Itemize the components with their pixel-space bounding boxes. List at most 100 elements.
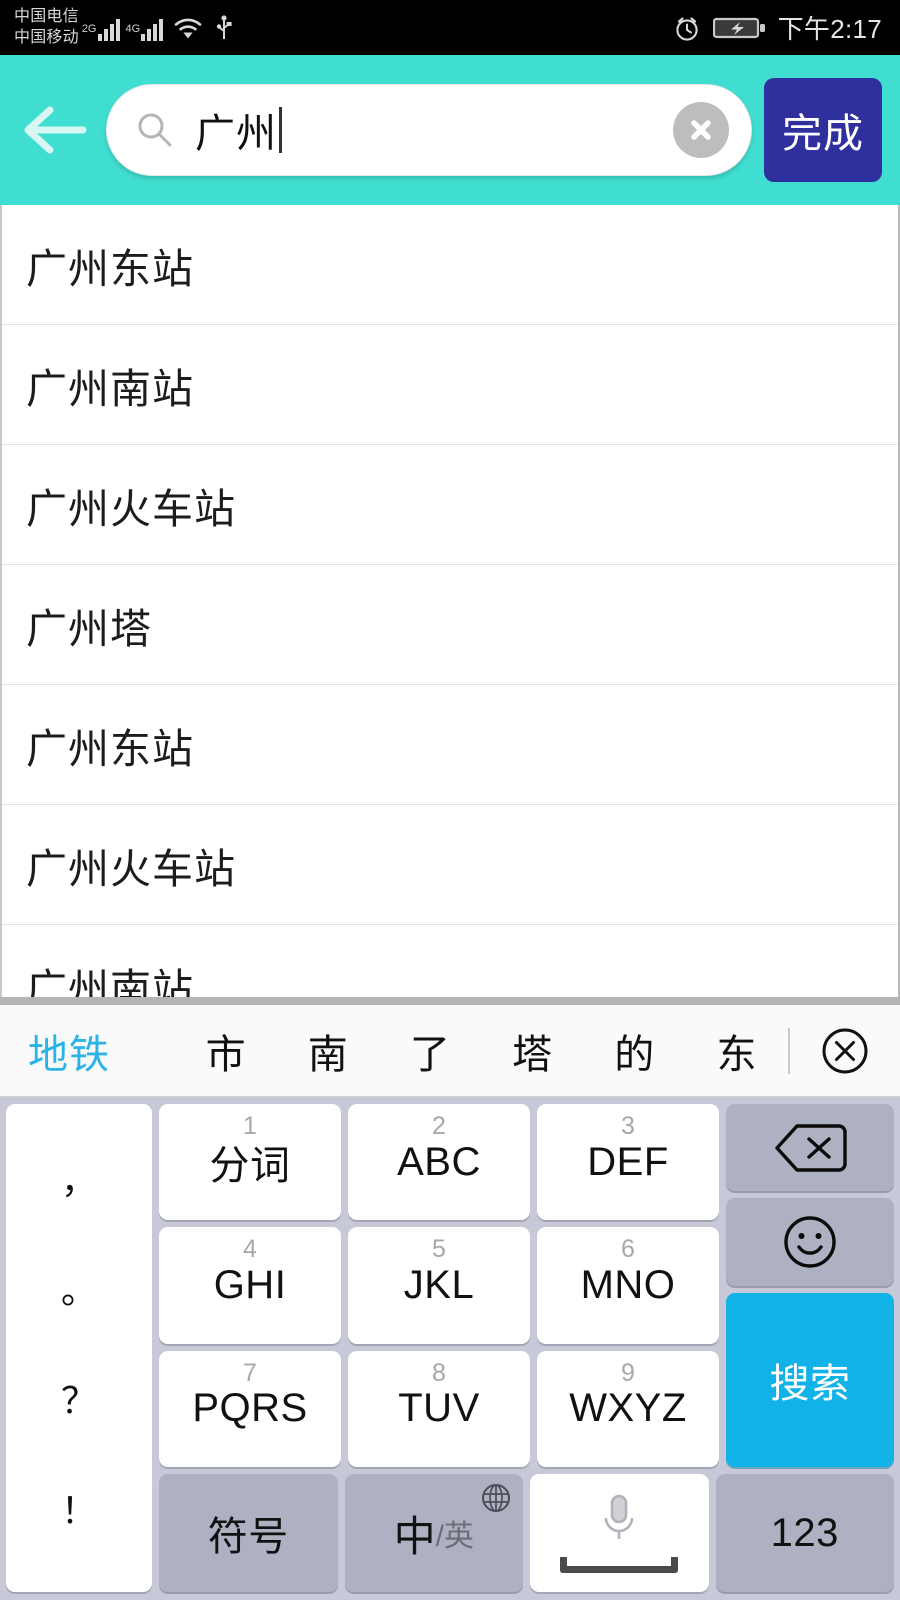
punctuation-symbol: ？ <box>60 1380 97 1421</box>
candidate-item[interactable]: 市 <box>175 1022 277 1080</box>
suggestion-label: 广州南站 <box>26 965 194 1001</box>
list-item[interactable]: 广州火车站 <box>2 445 898 565</box>
search-input-value: 广州 <box>195 112 277 156</box>
candidate-item[interactable]: 的 <box>584 1022 686 1080</box>
search-icon <box>135 110 175 150</box>
key-3[interactable]: 3 DEF <box>537 1104 719 1221</box>
spacebar-indicator <box>560 1557 679 1573</box>
language-en-label: /英 <box>435 1520 474 1553</box>
language-cn-label: 中 <box>393 1512 436 1560</box>
punctuation-symbol: ， <box>60 1160 97 1201</box>
key-label: 分词 <box>209 1144 291 1189</box>
key-8[interactable]: 8 TUV <box>348 1350 530 1467</box>
suggestion-list[interactable]: 广州东站 广州南站 广州火车站 广州塔 广州东站 广州火车站 广州南站 <box>0 205 900 1000</box>
symbol-key[interactable]: 符号 <box>159 1474 338 1592</box>
signal-bars-icon <box>97 15 120 41</box>
suggestion-label: 广州东站 <box>26 725 194 772</box>
key-9[interactable]: 9 WXYZ <box>537 1350 719 1467</box>
keyboard-bottom-row: 符号 中 /英 123 <box>159 1474 894 1592</box>
key-number: 7 <box>243 1358 257 1387</box>
search-key[interactable]: 搜索 <box>726 1292 894 1467</box>
suggestion-label: 广州火车站 <box>26 845 236 892</box>
status-bar-time: 下午2:17 <box>777 14 882 44</box>
key-number: 8 <box>432 1358 446 1387</box>
key-label: ABC <box>397 1139 481 1184</box>
keyboard-main: 1 分词 2 ABC 3 DEF 4 GHI 5 JKL 6 MNO 7 PQR… <box>159 1104 894 1592</box>
punctuation-key[interactable]: ， 。 ？ ！ <box>6 1104 152 1592</box>
candidate-item[interactable]: 南 <box>277 1022 379 1080</box>
suggestion-label: 广州南站 <box>26 365 194 412</box>
suggestion-label: 广州火车站 <box>26 485 236 532</box>
battery-charging-icon <box>712 14 767 42</box>
key-2[interactable]: 2 ABC <box>348 1104 530 1221</box>
symbol-key-label: 符号 <box>207 1515 289 1559</box>
key-number: 4 <box>243 1235 257 1264</box>
key-6[interactable]: 6 MNO <box>537 1227 719 1344</box>
list-item[interactable]: 广州东站 <box>2 205 898 325</box>
keyboard-row-1: 1 分词 2 ABC 3 DEF <box>159 1104 719 1221</box>
globe-icon <box>481 1483 511 1513</box>
key-number: 3 <box>621 1112 635 1140</box>
list-item[interactable]: 广州南站 <box>2 925 898 1000</box>
clear-search-button[interactable] <box>673 102 729 158</box>
list-item[interactable]: 广州火车站 <box>2 805 898 925</box>
keyboard-right-column: 搜索 <box>726 1104 894 1467</box>
status-bar: 中国电信 中国移动 2G 4G 下午2:17 <box>0 0 900 55</box>
key-number: 1 <box>243 1112 257 1140</box>
suggestion-label: 广州东站 <box>26 245 194 292</box>
carrier-names: 中国电信 中国移动 <box>14 7 79 48</box>
carrier-1-label: 中国电信 <box>14 8 79 26</box>
key-4[interactable]: 4 GHI <box>159 1227 341 1344</box>
search-input-text-wrap: 广州 <box>195 101 673 159</box>
search-input[interactable]: 广州 <box>106 84 752 176</box>
back-button[interactable] <box>16 91 94 169</box>
key-number: 9 <box>621 1358 635 1387</box>
network-type-1-label: 2G <box>81 22 97 35</box>
smiley-face-icon <box>781 1213 839 1271</box>
signal-group-2: 4G <box>126 15 164 41</box>
language-switch-key[interactable]: 中 /英 <box>344 1474 523 1592</box>
close-circle-outline-icon <box>819 1025 871 1077</box>
keyboard-row-3: 7 PQRS 8 TUV 9 WXYZ <box>159 1350 719 1467</box>
punctuation-symbol: 。 <box>60 1270 97 1311</box>
search-key-label: 搜索 <box>769 1361 851 1406</box>
emoji-key[interactable] <box>726 1198 894 1286</box>
done-button[interactable]: 完成 <box>764 78 882 182</box>
wifi-icon <box>171 15 205 41</box>
candidate-item[interactable]: 了 <box>379 1022 481 1080</box>
key-label: GHI <box>213 1262 287 1307</box>
key-label: JKL <box>403 1262 475 1307</box>
list-item[interactable]: 广州东站 <box>2 685 898 805</box>
status-bar-right: 下午2:17 <box>672 9 882 46</box>
space-key[interactable] <box>530 1474 709 1592</box>
candidate-item-selected[interactable]: 地铁 <box>0 1022 175 1080</box>
key-5[interactable]: 5 JKL <box>348 1227 530 1344</box>
keyboard-keys-area: 1 分词 2 ABC 3 DEF 4 GHI 5 JKL 6 MNO 7 PQR… <box>159 1104 719 1467</box>
candidate-clear-button[interactable] <box>790 1025 900 1077</box>
key-label: DEF <box>587 1139 669 1184</box>
backspace-key[interactable] <box>726 1104 894 1192</box>
backspace-icon <box>773 1122 847 1174</box>
key-label: PQRS <box>192 1386 308 1431</box>
search-header: 广州 完成 <box>0 55 900 205</box>
signal-bars-icon-2 <box>141 15 164 41</box>
microphone-icon <box>599 1493 639 1545</box>
carrier-2-label: 中国移动 <box>14 28 79 46</box>
key-7[interactable]: 7 PQRS <box>159 1350 341 1467</box>
suggestion-label: 广州塔 <box>26 605 152 652</box>
candidate-item[interactable]: 东 <box>686 1022 788 1080</box>
list-item[interactable]: 广州南站 <box>2 325 898 445</box>
key-number: 5 <box>432 1235 446 1264</box>
alarm-clock-icon <box>672 13 702 43</box>
candidate-item[interactable]: 塔 <box>482 1022 584 1080</box>
key-1[interactable]: 1 分词 <box>159 1104 341 1221</box>
keyboard-grid: 1 分词 2 ABC 3 DEF 4 GHI 5 JKL 6 MNO 7 PQR… <box>159 1104 894 1467</box>
numeric-key[interactable]: 123 <box>715 1474 894 1592</box>
list-item[interactable]: 广州塔 <box>2 565 898 685</box>
key-label: TUV <box>398 1386 480 1431</box>
key-label: WXYZ <box>569 1386 687 1431</box>
status-bar-left: 中国电信 中国移动 2G 4G <box>14 7 234 48</box>
numeric-key-label: 123 <box>770 1510 839 1555</box>
ime-candidate-bar: 地铁 市 南 了 塔 的 东 <box>0 1005 900 1097</box>
network-type-2-label: 4G <box>125 22 141 35</box>
